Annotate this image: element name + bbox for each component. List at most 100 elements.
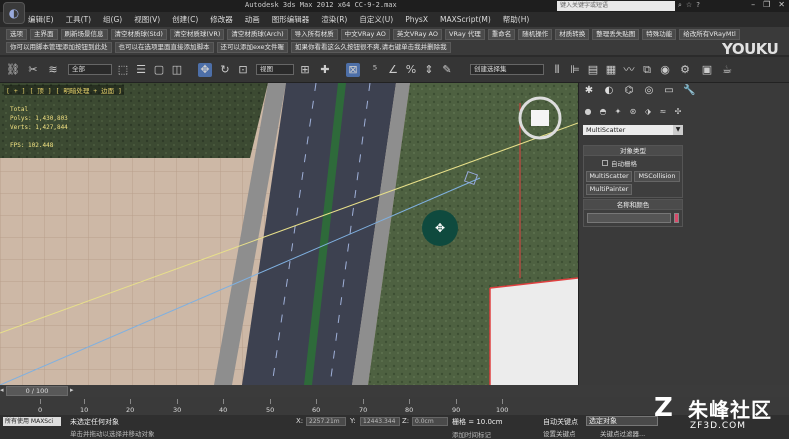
object-type-header[interactable]: 对象类型 (584, 146, 682, 156)
restore-icon[interactable]: ❐ (763, 0, 770, 9)
motion-tab-icon[interactable]: ◎ (643, 85, 655, 97)
material-editor-icon[interactable]: ◉ (658, 63, 672, 77)
select-manipulate-icon[interactable]: ✚ (318, 63, 332, 77)
info-icon[interactable]: ? (696, 1, 700, 10)
systems-icon[interactable]: ✣ (673, 107, 683, 117)
align-icon[interactable]: ⊫ (568, 63, 582, 77)
script-button[interactable]: 随机操作 (518, 29, 553, 40)
menu-edit[interactable]: 编辑(E) (28, 14, 54, 25)
script-button[interactable]: 还可以添加exe文件喔 (216, 42, 289, 53)
y-coordinate-field[interactable]: 12443.344 (360, 417, 400, 426)
cameras-icon[interactable]: ⊛ (628, 107, 638, 117)
set-key-button[interactable]: 设置关键点 (543, 428, 576, 438)
script-button[interactable]: 清空材质球(Arch) (227, 29, 288, 40)
menu-views[interactable]: 视图(V) (134, 14, 160, 25)
object-color-swatch[interactable] (674, 213, 679, 223)
menu-group[interactable]: 组(G) (103, 14, 122, 25)
script-button[interactable]: 材质转换 (555, 29, 590, 40)
script-button[interactable]: 选项 (6, 29, 27, 40)
script-button[interactable]: 主界面 (30, 29, 58, 40)
top-viewport[interactable]: ✥ [ + ] [ 顶 ] [ 明暗处理 + 边面 ] Total Polys:… (0, 83, 578, 385)
viewport-label[interactable]: [ + ] [ 顶 ] [ 明暗处理 + 边面 ] (4, 85, 124, 95)
multiscatter-button[interactable]: MultiScatter (586, 171, 632, 182)
rect-select-icon[interactable]: ▢ (152, 63, 166, 77)
schematic-view-icon[interactable]: ⧉ (640, 63, 654, 77)
render-frame-icon[interactable]: ▣ (700, 63, 714, 77)
named-selection-icon[interactable]: ✎ (440, 63, 454, 77)
snap-icon[interactable]: ⁵ (368, 63, 382, 77)
percent-snap-icon[interactable]: % (404, 63, 418, 77)
mscollision-button[interactable]: MSCollision (634, 171, 680, 182)
menu-animation[interactable]: 动画 (245, 14, 260, 25)
menu-modifiers[interactable]: 修改器 (210, 14, 233, 25)
menu-graph-editors[interactable]: 图形编辑器 (272, 14, 310, 25)
script-button[interactable]: 中文VRay AO (340, 29, 390, 40)
render-setup-icon[interactable]: ⚙ (678, 63, 692, 77)
helpers-icon[interactable]: ⬗ (643, 107, 653, 117)
auto-key-button[interactable]: 自动关键点 (543, 417, 578, 427)
name-color-header[interactable]: 名称和颜色 (584, 200, 682, 210)
hierarchy-tab-icon[interactable]: ⌬ (623, 85, 635, 97)
window-crossing-icon[interactable]: ◫ (170, 63, 184, 77)
curve-editor-icon[interactable]: 〰 (622, 63, 636, 77)
lights-icon[interactable]: ✦ (613, 107, 623, 117)
select-object-icon[interactable]: ⬚ (116, 63, 130, 77)
search-input[interactable]: 键入关键字或短语 (557, 1, 675, 11)
key-mode-select[interactable]: 选定对象 (586, 416, 658, 426)
named-selection-sets-dropdown[interactable]: 创建选择集 (470, 64, 544, 75)
script-button[interactable]: 整理丢失贴图 (592, 29, 640, 40)
chevron-down-icon[interactable]: ▼ (673, 125, 683, 135)
graphite-icon[interactable]: ▦ (604, 63, 618, 77)
move-icon[interactable]: ✥ (198, 63, 212, 77)
auto-grid-checkbox[interactable]: 自动栅格 (584, 156, 682, 169)
script-button[interactable]: 也可以在选项里面直接添加脚本 (114, 42, 214, 53)
scale-icon[interactable]: ⊡ (236, 63, 250, 77)
pivot-icon[interactable]: ⊞ (298, 63, 312, 77)
script-button[interactable]: 清空材质球(VR) (169, 29, 225, 40)
menu-customize[interactable]: 自定义(U) (359, 14, 393, 25)
next-frame-icon[interactable]: ▸ (70, 386, 74, 394)
link-icon[interactable]: ⛓ (6, 63, 20, 77)
bind-spacewarp-icon[interactable]: ≋ (46, 63, 60, 77)
add-time-tag[interactable]: 添加时间标记 (452, 429, 491, 439)
spinner-snap-icon[interactable]: ⇕ (422, 63, 436, 77)
script-button[interactable]: 你可以用脚本管理添加按钮到此处 (6, 42, 112, 53)
select-by-name-icon[interactable]: ☰ (134, 63, 148, 77)
reference-coord-dropdown[interactable]: 视图 (256, 64, 294, 75)
script-button[interactable]: 导入所有材质 (290, 29, 338, 40)
multipainter-button[interactable]: MultiPainter (586, 184, 632, 195)
display-tab-icon[interactable]: ▭ (663, 85, 675, 97)
shapes-icon[interactable]: ◓ (598, 107, 608, 117)
layer-manager-icon[interactable]: ▤ (586, 63, 600, 77)
menu-maxscript[interactable]: MAXScript(M) (440, 15, 491, 24)
menu-help[interactable]: 帮助(H) (503, 14, 530, 25)
mirror-icon[interactable]: ⫴ (550, 63, 564, 77)
selection-filter-dropdown[interactable]: 全部 (68, 64, 112, 75)
close-icon[interactable]: ✕ (778, 0, 785, 9)
z-coordinate-field[interactable]: 0.0cm (412, 417, 448, 426)
menu-rendering[interactable]: 渲染(R) (321, 14, 347, 25)
spacewarps-icon[interactable]: ≈ (658, 107, 668, 117)
script-button[interactable]: 刷新场景信息 (60, 29, 108, 40)
script-button[interactable]: 如果你看看这么久按钮很不爽,请右键单击我并删除我 (291, 42, 451, 53)
menu-tools[interactable]: 工具(T) (66, 14, 91, 25)
x-coordinate-field[interactable]: 2257.21m (306, 417, 346, 426)
script-button[interactable]: 特殊功能 (642, 29, 677, 40)
utilities-tab-icon[interactable]: 🔧 (683, 85, 695, 97)
script-button[interactable]: 重命名 (487, 29, 516, 40)
star-icon[interactable]: ☆ (686, 1, 692, 10)
menu-physx[interactable]: PhysX (405, 15, 428, 24)
maxscript-listener[interactable]: 所有使用 MAXSci (3, 417, 61, 426)
menu-create[interactable]: 创建(C) (172, 14, 198, 25)
binoculars-icon[interactable]: ⌕ (678, 1, 682, 10)
render-icon[interactable]: ☕ (720, 63, 734, 77)
script-button[interactable]: VRay 代理 (445, 29, 485, 40)
key-filters-button[interactable]: 关键点过滤器... (600, 428, 645, 438)
geometry-icon[interactable]: ● (583, 107, 593, 117)
angle-snap-icon[interactable]: ∠ (386, 63, 400, 77)
minimize-icon[interactable]: – (751, 0, 755, 9)
time-slider-thumb[interactable]: 0 / 100 (6, 386, 68, 396)
app-logo-icon[interactable]: ◐ (3, 2, 25, 24)
rotate-icon[interactable]: ↻ (218, 63, 232, 77)
modify-tab-icon[interactable]: ◐ (603, 85, 615, 97)
